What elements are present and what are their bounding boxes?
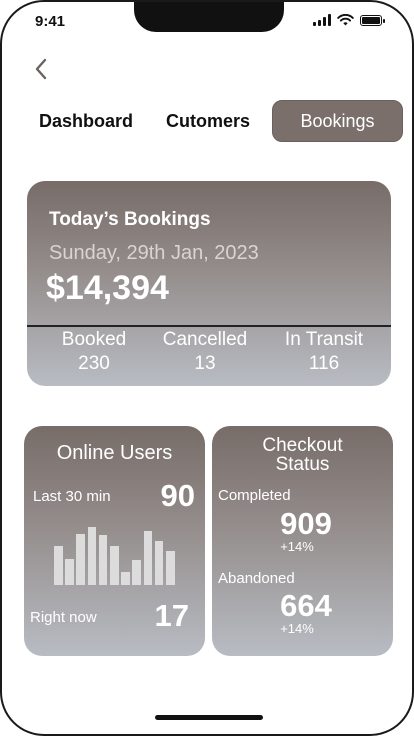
stat-cancelled-label: Cancelled (162, 329, 248, 350)
stat-booked-value: 230 (78, 353, 110, 374)
cellular-signal-icon (313, 14, 331, 26)
right-now-label: Right now (30, 609, 97, 626)
todays-bookings-card[interactable]: Today’s Bookings Sunday, 29th Jan, 2023 … (27, 181, 391, 386)
stat-cancelled: Cancelled 13 (155, 329, 255, 375)
last-30-min-value: 90 (160, 478, 195, 513)
abandoned-value: 664 (280, 588, 332, 623)
online-users-card[interactable]: Online Users Last 30 min 90 Right now 17 (24, 426, 205, 656)
sparkline-bar (87, 527, 97, 585)
back-button[interactable] (26, 54, 56, 84)
tab-customers[interactable]: Cutomers (158, 100, 258, 142)
bookings-date: Sunday, 29th Jan, 2023 (49, 242, 259, 264)
sparkline-bar (76, 534, 85, 585)
last-30-min-label: Last 30 min (33, 488, 111, 505)
tab-dashboard[interactable]: Dashboard (32, 100, 140, 142)
stat-booked-label: Booked (61, 329, 127, 350)
users-bar-sparkline (54, 523, 176, 585)
home-indicator[interactable] (155, 715, 263, 720)
checkout-status-title: Checkout Status (212, 436, 393, 474)
bookings-amount: $14,394 (46, 269, 169, 307)
tab-bar: Dashboard Cutomers Bookings (2, 100, 412, 142)
right-now-value: 17 (154, 598, 189, 633)
sparkline-bar (65, 559, 74, 585)
online-users-title: Online Users (56, 442, 173, 464)
checkout-status-card[interactable]: Checkout Status Completed 909 +14% Aband… (212, 426, 393, 656)
checkout-title-line1: Checkout (262, 435, 343, 456)
divider (27, 325, 391, 327)
stat-in-transit-value: 116 (308, 353, 340, 374)
completed-change: +14% (280, 539, 314, 554)
bookings-card-title: Today’s Bookings (49, 209, 211, 230)
stat-booked: Booked 230 (51, 329, 137, 375)
wifi-icon (337, 14, 354, 26)
tab-bookings[interactable]: Bookings (272, 100, 403, 142)
notch (134, 2, 284, 32)
sparkline-bar (143, 531, 153, 585)
sparkline-bar (166, 551, 175, 585)
sparkline-bar (154, 541, 164, 585)
checkout-title-line2: Status (275, 454, 330, 475)
abandoned-label: Abandoned (218, 570, 295, 587)
stat-cancelled-value: 13 (194, 353, 216, 374)
stat-in-transit-label: In Transit (284, 329, 364, 350)
status-time: 9:41 (35, 13, 66, 30)
stat-in-transit: In Transit 116 (277, 329, 371, 375)
sparkline-bar (54, 546, 63, 585)
sparkline-bar (121, 572, 130, 585)
abandoned-change: +14% (280, 621, 314, 636)
phone-frame: 9:41 Dashboard Cutomers Bookings Today’s… (0, 0, 414, 736)
sparkline-bar (110, 546, 119, 585)
chevron-left-icon (35, 58, 47, 80)
sparkline-bar (98, 535, 108, 585)
status-icons (313, 14, 385, 26)
sparkline-bar (132, 560, 141, 585)
completed-value: 909 (280, 506, 332, 541)
completed-label: Completed (218, 487, 291, 504)
battery-icon (360, 14, 385, 26)
